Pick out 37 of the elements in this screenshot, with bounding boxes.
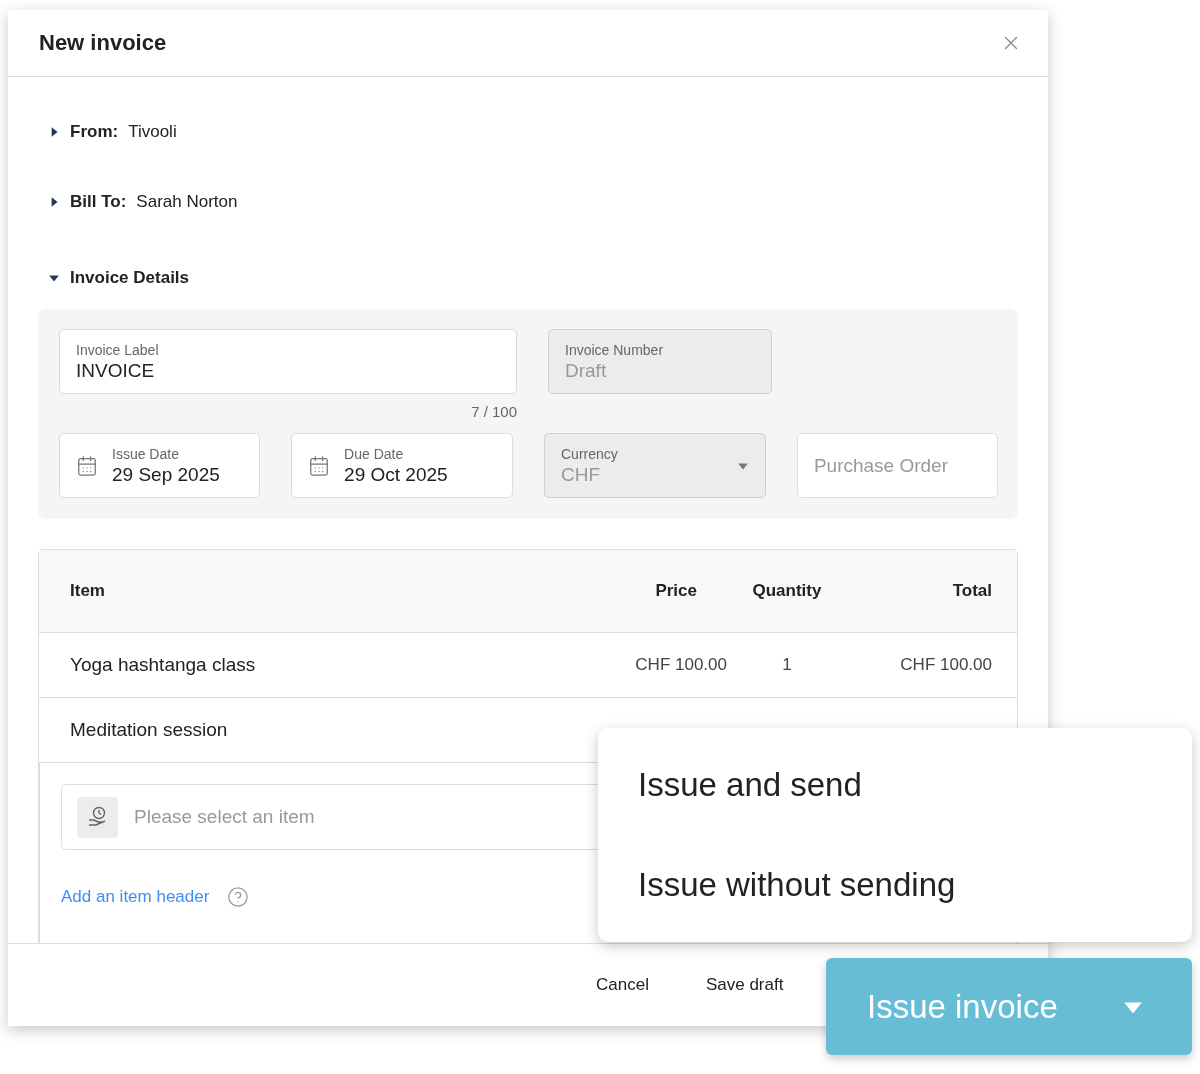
character-counter: 7 / 100 xyxy=(471,403,517,420)
field-value: CHF xyxy=(561,463,602,486)
footer-button[interactable]: Cancel xyxy=(596,975,649,995)
footer-button[interactable]: Save draft xyxy=(705,975,784,995)
section-label: Invoice Details xyxy=(70,268,190,288)
column-header: Total xyxy=(951,581,992,601)
text-field[interactable]: Invoice Label INVOICE xyxy=(59,329,517,394)
section-value: Sarah Norton xyxy=(136,192,238,212)
field-placeholder: Purchase Order xyxy=(813,454,948,477)
column-header: Price xyxy=(654,581,698,601)
field-value: INVOICE xyxy=(76,359,156,382)
table-cell-text: 1 xyxy=(781,655,793,675)
column-header: Quantity xyxy=(751,581,823,601)
field-value: 29 Sep 2025 xyxy=(112,463,221,486)
section-label: Bill To: xyxy=(70,192,127,212)
field-value: 29 Oct 2025 xyxy=(344,463,449,486)
date-field[interactable]: Issue Date 29 Sep 2025 xyxy=(59,433,261,498)
field-label: Currency xyxy=(561,445,619,462)
table-cell-text: CHF 100.00 xyxy=(899,655,992,675)
field-label: Issue Date xyxy=(112,445,180,462)
field-label: Due Date xyxy=(344,445,405,462)
calendar-icon xyxy=(76,454,98,477)
section-value: Tivooli xyxy=(128,122,177,142)
field-value: Draft xyxy=(565,359,608,382)
column-header: Item xyxy=(70,581,106,601)
menu-item[interactable]: Issue without sending xyxy=(638,867,1152,903)
table-cell-text: CHF 100.00 xyxy=(634,655,727,675)
field-label: Invoice Label xyxy=(76,341,160,358)
table-cell-text: Meditation session xyxy=(70,719,229,741)
field-label: Invoice Number xyxy=(565,341,665,358)
section-label: From: xyxy=(70,122,119,142)
calendar-icon xyxy=(308,454,331,477)
help-icon[interactable] xyxy=(227,886,250,908)
field-placeholder: Please select an item xyxy=(134,806,315,828)
table-cell-text: Yoga hashtanga class xyxy=(70,654,257,676)
dialog-title: New invoice xyxy=(39,30,167,56)
date-field[interactable]: Due Date 29 Oct 2025 xyxy=(291,433,513,498)
